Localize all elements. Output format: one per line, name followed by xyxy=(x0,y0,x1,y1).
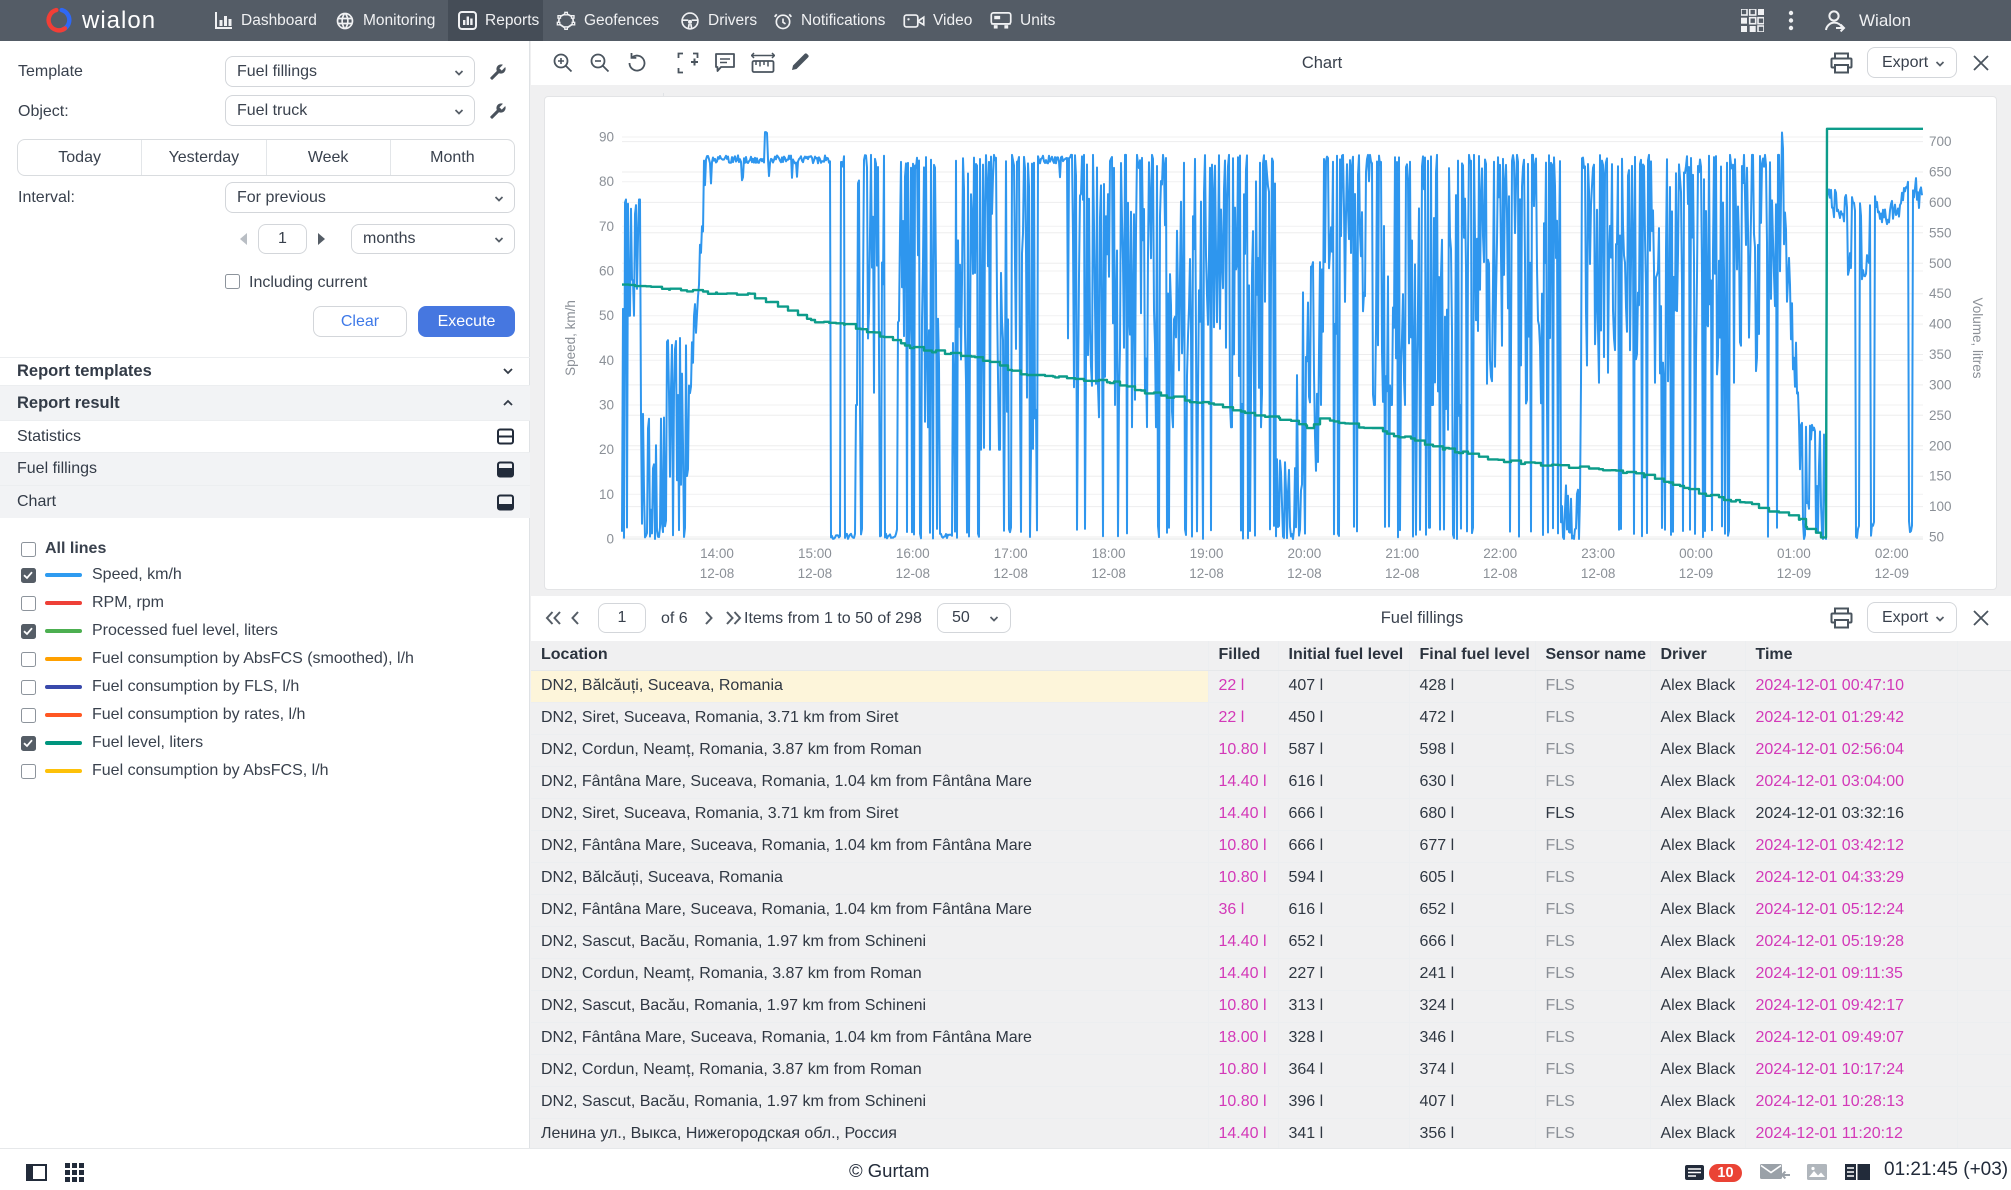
svg-text:22:00: 22:00 xyxy=(1483,546,1517,561)
svg-text:80: 80 xyxy=(599,174,614,189)
svg-text:300: 300 xyxy=(1929,377,1952,392)
svg-text:700: 700 xyxy=(1929,134,1952,149)
svg-text:350: 350 xyxy=(1929,347,1952,362)
svg-text:650: 650 xyxy=(1929,165,1952,180)
svg-text:Volume, litres: Volume, litres xyxy=(1970,297,1985,378)
svg-text:20:00: 20:00 xyxy=(1288,546,1322,561)
svg-text:19:00: 19:00 xyxy=(1190,546,1224,561)
svg-text:12-09: 12-09 xyxy=(1875,566,1910,581)
svg-text:200: 200 xyxy=(1929,438,1952,453)
svg-text:400: 400 xyxy=(1929,317,1952,332)
svg-text:12-08: 12-08 xyxy=(1385,566,1420,581)
svg-text:60: 60 xyxy=(599,264,614,279)
svg-text:12-08: 12-08 xyxy=(1581,566,1616,581)
svg-text:30: 30 xyxy=(599,398,614,413)
svg-text:550: 550 xyxy=(1929,225,1952,240)
svg-text:12-08: 12-08 xyxy=(700,566,735,581)
svg-text:01:00: 01:00 xyxy=(1777,546,1811,561)
svg-text:00:00: 00:00 xyxy=(1679,546,1713,561)
svg-text:12-08: 12-08 xyxy=(1483,566,1518,581)
svg-text:12-08: 12-08 xyxy=(896,566,931,581)
svg-text:02:00: 02:00 xyxy=(1875,546,1909,561)
svg-text:20: 20 xyxy=(599,442,614,457)
svg-text:150: 150 xyxy=(1929,469,1952,484)
svg-text:100: 100 xyxy=(1929,499,1952,514)
svg-text:10: 10 xyxy=(599,487,614,502)
svg-text:12-08: 12-08 xyxy=(1287,566,1322,581)
svg-text:50: 50 xyxy=(599,308,614,323)
svg-text:500: 500 xyxy=(1929,256,1952,271)
svg-text:16:00: 16:00 xyxy=(896,546,930,561)
svg-text:12-08: 12-08 xyxy=(798,566,833,581)
svg-text:600: 600 xyxy=(1929,195,1952,210)
svg-text:12-08: 12-08 xyxy=(1091,566,1126,581)
svg-text:Speed, km/h: Speed, km/h xyxy=(563,300,578,376)
svg-text:250: 250 xyxy=(1929,408,1952,423)
svg-text:12-08: 12-08 xyxy=(1189,566,1224,581)
svg-text:40: 40 xyxy=(599,353,614,368)
svg-text:12-09: 12-09 xyxy=(1777,566,1812,581)
svg-text:12-08: 12-08 xyxy=(993,566,1028,581)
svg-text:90: 90 xyxy=(599,130,614,145)
svg-text:70: 70 xyxy=(599,219,614,234)
svg-text:17:00: 17:00 xyxy=(994,546,1028,561)
svg-text:15:00: 15:00 xyxy=(798,546,832,561)
svg-text:50: 50 xyxy=(1929,530,1944,545)
svg-text:21:00: 21:00 xyxy=(1385,546,1419,561)
svg-text:23:00: 23:00 xyxy=(1581,546,1615,561)
svg-text:0: 0 xyxy=(606,532,614,547)
svg-text:12-09: 12-09 xyxy=(1679,566,1714,581)
svg-text:18:00: 18:00 xyxy=(1092,546,1126,561)
svg-text:14:00: 14:00 xyxy=(700,546,734,561)
svg-text:450: 450 xyxy=(1929,286,1952,301)
